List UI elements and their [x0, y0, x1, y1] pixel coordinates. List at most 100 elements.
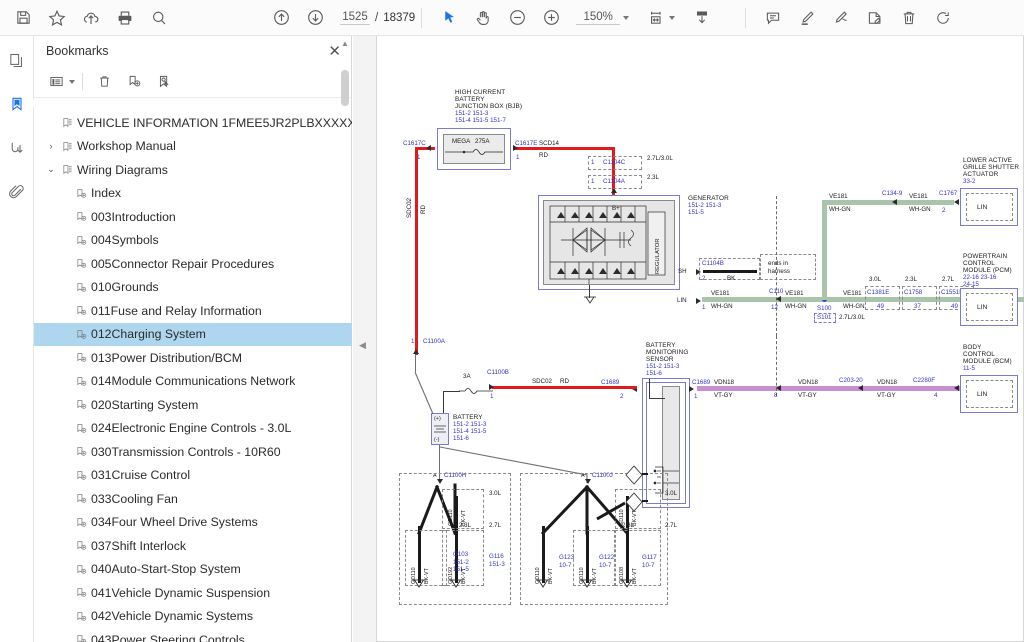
lin-color-left: WH-GN [711, 303, 733, 310]
lin-branch-circuit-2: VE181 [909, 193, 928, 200]
regulator-label: REGULATOR [655, 238, 661, 274]
download-icon[interactable] [685, 3, 719, 33]
bookmark-item-6[interactable]: 005Connector Repair Procedures [34, 252, 352, 276]
upload-cloud-icon[interactable] [74, 3, 108, 33]
bookmark-item-18[interactable]: 037Shift Interlock [34, 534, 352, 558]
vdn18-color-3: VT-GY [877, 392, 896, 399]
zoom-in-icon[interactable] [534, 3, 568, 33]
bookmark-item-1[interactable]: › Workshop Manual [34, 135, 352, 159]
bookmark-item-8[interactable]: 011Fuse and Relay Information [34, 299, 352, 323]
chevron-down-icon[interactable]: ⌄ [44, 164, 58, 175]
splice-s100-label: S100 [817, 305, 832, 312]
bookmark-item-22[interactable]: 043Power Steering Controls [34, 628, 352, 642]
ground-g123-symbol-icon [536, 579, 550, 588]
add-bookmark-icon[interactable] [120, 70, 148, 94]
tree-scrollbar-thumb[interactable] [341, 70, 349, 106]
bookmarks-panel-title: Bookmarks [46, 44, 109, 58]
bookmark-item-15[interactable]: 031Cruise Control [34, 464, 352, 488]
next-page-icon[interactable] [298, 3, 332, 33]
bookmark-item-21[interactable]: 042Vehicle Dynamic Systems [34, 605, 352, 629]
bookmark-item-12[interactable]: 020Starting System [34, 393, 352, 417]
bookmarks-tree[interactable]: VEHICLE INFORMATION 1FMEE5JR2PLBXXXXX › Wo… [34, 111, 352, 642]
pcm-opt-23: 2.3L [905, 276, 918, 283]
conn-c134-9-label: C134-9 [882, 190, 903, 197]
bookmark-item-20[interactable]: 041Vehicle Dynamic Suspension [34, 581, 352, 605]
pcm-opt-30: 3.0L [869, 276, 882, 283]
bookmark-item-2[interactable]: ⌄ Wiring Diagrams [34, 158, 352, 182]
zoom-out-icon[interactable] [500, 3, 534, 33]
bookmark-item-16[interactable]: 033Cooling Fan [34, 487, 352, 511]
comment-icon[interactable] [756, 3, 790, 33]
conn-c203-20-label: C203-20 [839, 377, 863, 384]
signature-icon[interactable] [3, 134, 31, 162]
bookmark-item-19[interactable]: 040Auto-Start-Stop System [34, 558, 352, 582]
bookmark-list-options-icon[interactable] [42, 70, 70, 94]
arrow-lin-icon [696, 298, 701, 304]
bookmark-item-label: 003Introduction [91, 209, 176, 224]
previous-page-icon[interactable] [264, 3, 298, 33]
select-cursor-icon[interactable] [432, 3, 466, 33]
bookmark-item-3[interactable]: Index [34, 182, 352, 206]
grounds-left-upper-color: BK-VT [461, 510, 467, 526]
generator-lin-pin-number: 1 [702, 304, 706, 311]
conn-c1381e-label: C1381E [867, 289, 890, 296]
ground-g117-label: G117 [642, 554, 657, 561]
fuse-3a-symbol [459, 388, 493, 394]
bookmark-item-0[interactable]: VEHICLE INFORMATION 1FMEE5JR2PLBXXXXX [34, 111, 352, 135]
bookmark-item-14[interactable]: 030Transmission Controls - 10R60 [34, 440, 352, 464]
bms-internal-lead [649, 379, 650, 399]
tree-scroll-up-icon[interactable]: ▲ [340, 39, 350, 48]
ground-g117-symbol-icon [620, 579, 634, 588]
attachment-paperclip-icon[interactable] [3, 178, 31, 206]
page-number-input[interactable]: 1525 [340, 10, 370, 25]
document-viewport[interactable]: ◀ HIGH CURRENT BATTERY JUNCTION BOX (BJB… [353, 36, 1024, 642]
print-icon[interactable] [108, 3, 142, 33]
chevron-down-icon[interactable] [623, 15, 630, 20]
fit-page-chevron-down-icon[interactable] [669, 15, 676, 20]
bookmark-icon[interactable] [3, 90, 39, 118]
bookmark-item-7[interactable]: 010Grounds [34, 276, 352, 300]
bjb-fuse-label: MEGA 275A [452, 138, 490, 145]
highlight-icon[interactable] [790, 3, 824, 33]
arrow-c1767-icon [954, 199, 959, 205]
lin-branch-color-2: WH-GN [909, 206, 931, 213]
conn-c1100a-pin: 1 [411, 338, 415, 345]
grille-actuator-inner-dash [966, 193, 1013, 221]
delete-bookmark-icon[interactable] [90, 70, 118, 94]
bookmark-page-icon [72, 470, 91, 481]
bookmark-item-9[interactable]: 012Charging System [34, 322, 352, 346]
pan-hand-icon[interactable] [466, 3, 500, 33]
star-icon[interactable] [40, 3, 74, 33]
bookmark-item-label: Wiring Diagrams [77, 162, 168, 177]
bookmark-page-icon [72, 235, 91, 246]
bookmark-item-5[interactable]: 004Symbols [34, 229, 352, 253]
bookmark-item-label: 020Starting System [91, 397, 199, 412]
bookmark-item-label: 043Power Steering Controls [91, 632, 245, 642]
zoom-control[interactable]: 150% [576, 11, 630, 25]
pages-thumbnail-icon[interactable] [3, 46, 31, 74]
sh-wire-color: BK [727, 275, 736, 282]
chevron-right-icon[interactable]: › [44, 141, 58, 151]
bookmark-page-icon [72, 493, 91, 504]
bcm-inner-dash [966, 380, 1013, 408]
save-icon[interactable] [6, 3, 40, 33]
stamp-icon[interactable] [858, 3, 892, 33]
bookmark-item-13[interactable]: 024Electronic Engine Controls - 3.0L [34, 417, 352, 441]
bookmark-item-11[interactable]: 014Module Communications Network [34, 370, 352, 394]
delete-icon[interactable] [892, 3, 926, 33]
rotate-icon[interactable] [926, 3, 960, 33]
bookmark-item-4[interactable]: 003Introduction [34, 205, 352, 229]
search-icon[interactable] [142, 3, 176, 33]
collapse-sidebar-icon[interactable]: ◀ [359, 340, 366, 351]
toolbar-left-group [6, 3, 176, 33]
goto-bookmark-icon[interactable] [150, 70, 178, 94]
fit-page-icon[interactable] [639, 3, 673, 33]
draw-icon[interactable] [824, 3, 858, 33]
bookmark-item-17[interactable]: 034Four Wheel Drive Systems [34, 511, 352, 535]
vdn18-splice-pin: 8 [774, 392, 778, 399]
zoom-level-value[interactable]: 150% [576, 11, 621, 25]
bookmarks-toolbar-divider [82, 73, 83, 90]
bookmark-options-chevron-down-icon[interactable] [69, 79, 75, 84]
bookmark-item-10[interactable]: 013Power Distribution/BCM [34, 346, 352, 370]
fuse-3a-label: 3A [463, 373, 471, 380]
